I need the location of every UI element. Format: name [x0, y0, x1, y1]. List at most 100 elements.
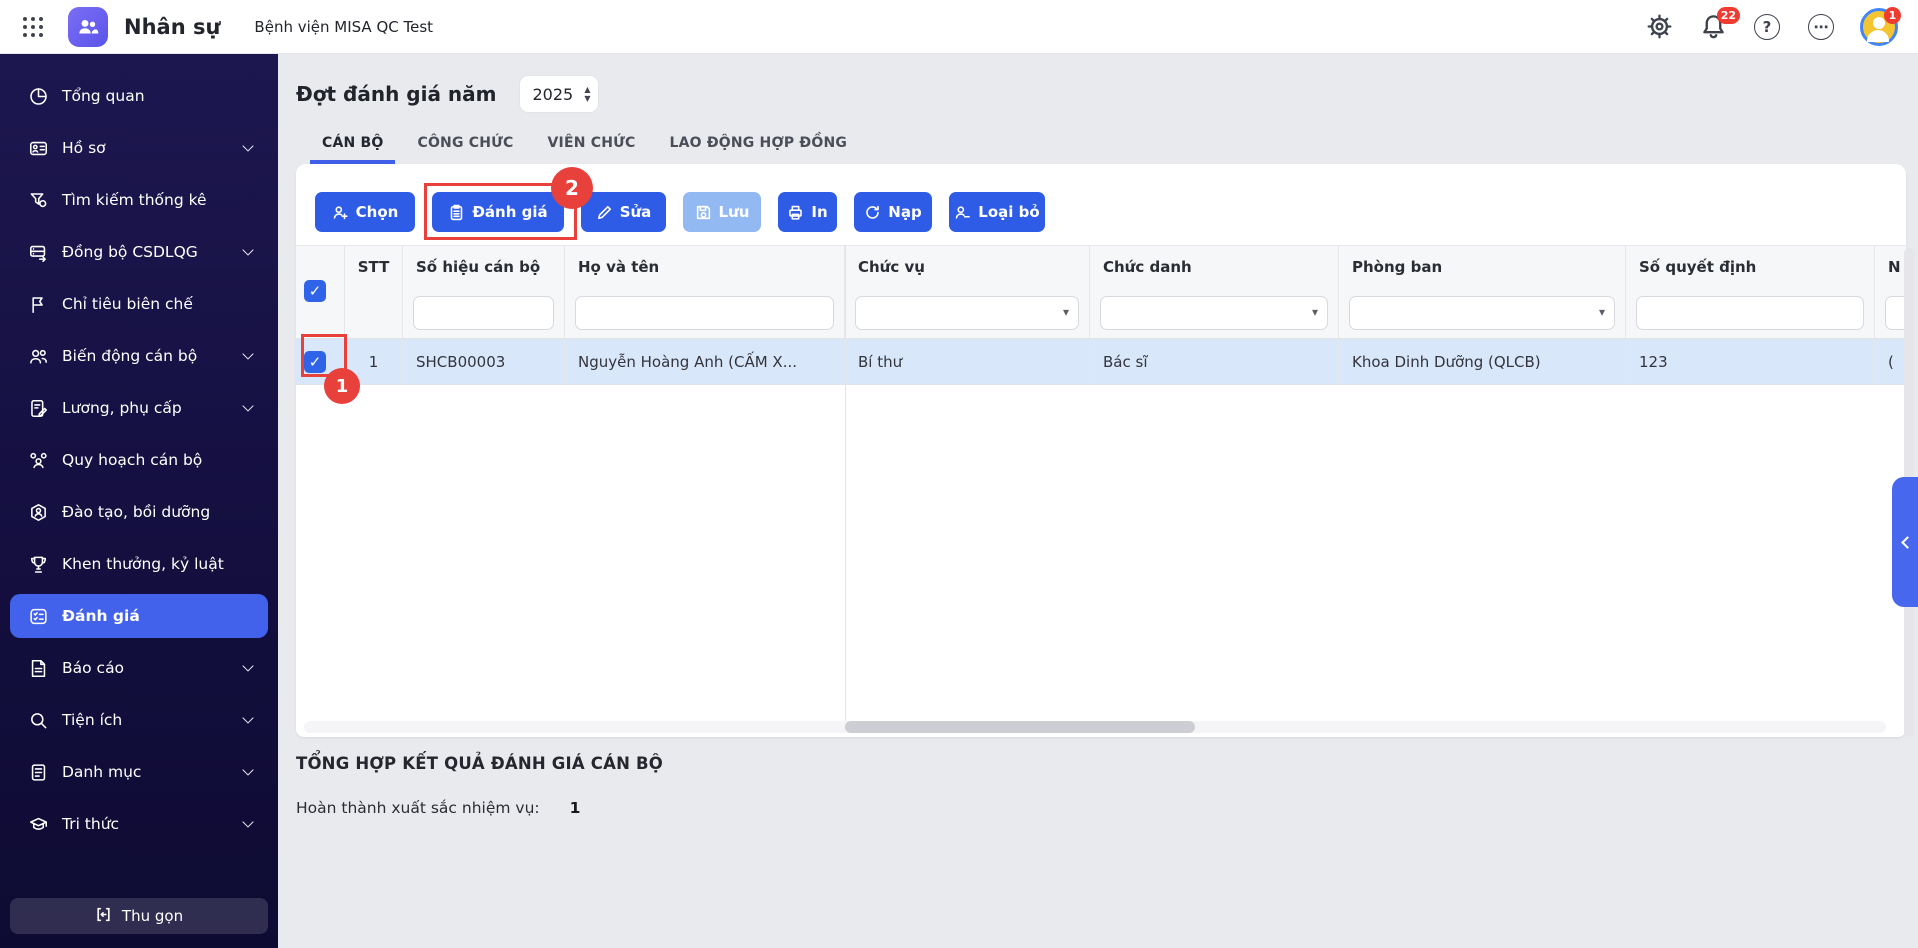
year-value: 2025	[532, 84, 574, 104]
more-options-icon[interactable]: ⋯	[1806, 12, 1836, 42]
sidebar-item-dao-tao-boi-duong[interactable]: Đào tạo, bồi dưỡng	[10, 490, 268, 534]
sidebar-item-label: Khen thưởng, kỷ luật	[62, 555, 224, 573]
button-label: Sửa	[619, 203, 652, 221]
sidebar-item-tong-quan[interactable]: Tổng quan	[10, 74, 268, 118]
cell-stt: 1	[345, 339, 403, 384]
sidebar-item-danh-gia[interactable]: Đánh giá	[10, 594, 268, 638]
filter-select-chuc-vu[interactable]: ▾	[855, 296, 1079, 330]
column-header-ho-va-ten[interactable]: Họ và tên	[565, 246, 845, 287]
chevron-down-icon	[242, 348, 254, 360]
notifications-bell-icon[interactable]: 22	[1698, 6, 1740, 42]
collapse-icon	[95, 906, 112, 927]
database-sync-icon	[28, 242, 48, 262]
column-header-clipped[interactable]: N	[1875, 246, 1906, 287]
hr-app-logo-icon	[68, 6, 108, 47]
filter-select-chuc-danh[interactable]: ▾	[1100, 296, 1328, 330]
edit-button[interactable]: Sửa	[581, 192, 666, 232]
chevron-down-icon	[242, 140, 254, 152]
collapse-label: Thu gọn	[121, 907, 184, 925]
sidebar-item-tim-kiem-thong-ke[interactable]: Tìm kiếm thống kê	[10, 178, 268, 222]
filter-input-so-hieu-can-bo[interactable]	[413, 296, 554, 330]
save-button[interactable]: Lưu	[683, 192, 761, 232]
tab-vien-chuc[interactable]: VIÊN CHỨC	[536, 124, 648, 164]
stepper-down-icon[interactable]: ▼	[584, 94, 590, 103]
tab-lao-dong-hop-dong[interactable]: LAO ĐỘNG HỢP ĐỒNG	[657, 124, 859, 164]
main-content: Đợt đánh giá năm 2025 ▲ ▼ CÁN BỘ CÔNG CH…	[278, 54, 1918, 948]
page-header: Đợt đánh giá năm 2025 ▲ ▼	[296, 76, 599, 112]
expand-panel-tab[interactable]	[1892, 477, 1918, 607]
chevron-down-icon	[242, 660, 254, 672]
filter-input-ho-va-ten[interactable]	[575, 296, 834, 330]
select-all-checkbox[interactable]: ✓	[304, 280, 326, 302]
table-filter-row: ▾ ▾ ▾	[296, 287, 1906, 339]
sidebar-item-label: Tiện ích	[62, 711, 123, 729]
sidebar-item-tri-thuc[interactable]: Tri thức	[10, 802, 268, 846]
sidebar-item-tien-ich[interactable]: Tiện ích	[10, 698, 268, 742]
dropdown-caret-icon: ▾	[1062, 305, 1069, 319]
report-icon	[28, 658, 48, 678]
sidebar-item-bao-cao[interactable]: Báo cáo	[10, 646, 268, 690]
sidebar-item-label: Chỉ tiêu biên chế	[62, 295, 193, 313]
trophy-icon	[28, 554, 48, 574]
row-checkbox[interactable]: ✓	[304, 351, 326, 373]
topbar-actions: 22 ? ⋯ 1	[1644, 6, 1918, 46]
sidebar-item-ho-so[interactable]: Hồ sơ	[10, 126, 268, 170]
sidebar-item-danh-muc[interactable]: Danh mục	[10, 750, 268, 794]
column-header-phong-ban[interactable]: Phòng ban	[1339, 246, 1626, 287]
magnifier-icon	[28, 710, 48, 730]
settings-gear-icon[interactable]	[1644, 12, 1674, 42]
user-avatar[interactable]: 1	[1860, 6, 1901, 46]
reload-button[interactable]: Nạp	[854, 192, 932, 232]
sidebar-item-label: Hồ sơ	[62, 139, 106, 157]
horizontal-scrollbar[interactable]	[304, 721, 1886, 733]
chevron-left-icon	[1900, 535, 1914, 549]
sidebar-item-label: Biến động cán bộ	[62, 347, 198, 365]
tab-cong-chuc[interactable]: CÔNG CHỨC	[405, 124, 525, 164]
sidebar-item-dong-bo-csdlqg[interactable]: Đồng bộ CSDLQG	[10, 230, 268, 274]
sidebar-item-label: Đồng bộ CSDLQG	[62, 243, 198, 261]
filter-select-phong-ban[interactable]: ▾	[1349, 296, 1615, 330]
app-title: Nhân sự	[124, 14, 221, 39]
graduation-cap-icon	[28, 814, 48, 834]
column-header-chuc-danh[interactable]: Chức danh	[1090, 246, 1339, 287]
flag-icon	[28, 294, 48, 314]
evaluation-card: Chọn Đánh giá Sửa Lưu In Nạp Loại bỏ 2 S…	[296, 164, 1906, 737]
column-header-so-hieu-can-bo[interactable]: Số hiệu cán bộ	[403, 246, 565, 287]
tab-can-bo[interactable]: CÁN BỘ	[310, 124, 396, 164]
sidebar-item-chi-tieu-bien-che[interactable]: Chỉ tiêu biên chế	[10, 282, 268, 326]
button-label: In	[811, 203, 828, 221]
chevron-down-icon	[242, 244, 254, 256]
sidebar-collapse-button[interactable]: Thu gọn	[10, 898, 268, 934]
cell-ho-va-ten: Nguyễn Hoàng Anh (CẤM X...	[565, 339, 845, 384]
filter-icon	[28, 190, 48, 210]
document-pen-icon	[28, 398, 48, 418]
year-spinner[interactable]: 2025 ▲ ▼	[520, 76, 599, 112]
horizontal-scrollbar-thumb[interactable]	[845, 721, 1195, 733]
evaluate-button[interactable]: Đánh giá	[432, 192, 564, 232]
button-label: Chọn	[355, 203, 399, 221]
select-button[interactable]: Chọn	[315, 192, 415, 232]
stepper-up-icon[interactable]: ▲	[584, 85, 590, 94]
sidebar-item-label: Tổng quan	[62, 87, 145, 105]
column-header-so-quyet-dinh[interactable]: Số quyết định	[1626, 246, 1875, 287]
checklist-icon	[28, 606, 48, 626]
dropdown-caret-icon: ▾	[1598, 305, 1605, 319]
filter-input-so-quyet-dinh[interactable]	[1636, 296, 1864, 330]
app-grid-icon[interactable]	[16, 10, 50, 44]
chevron-down-icon	[242, 816, 254, 828]
filter-input-clipped[interactable]	[1885, 296, 1906, 330]
year-stepper[interactable]: ▲ ▼	[584, 85, 590, 103]
sidebar-item-bien-dong-can-bo[interactable]: Biến động cán bộ	[10, 334, 268, 378]
print-button[interactable]: In	[778, 192, 837, 232]
sidebar-item-label: Tìm kiếm thống kê	[62, 191, 207, 209]
sidebar-item-khen-thuong-ky-luat[interactable]: Khen thưởng, kỷ luật	[10, 542, 268, 586]
chevron-down-icon	[242, 712, 254, 724]
sidebar-item-quy-hoach-can-bo[interactable]: Quy hoạch cán bộ	[10, 438, 268, 482]
column-header-chuc-vu[interactable]: Chức vụ	[845, 246, 1090, 287]
table-row[interactable]: 1 SHCB00003 Nguyễn Hoàng Anh (CẤM X... B…	[296, 339, 1906, 385]
remove-button[interactable]: Loại bỏ	[949, 192, 1045, 232]
help-icon[interactable]: ?	[1752, 12, 1782, 42]
sidebar-item-luong-phu-cap[interactable]: Lương, phụ cấp	[10, 386, 268, 430]
column-header-stt[interactable]: STT	[345, 246, 403, 287]
user-hexagon-icon	[28, 502, 48, 522]
